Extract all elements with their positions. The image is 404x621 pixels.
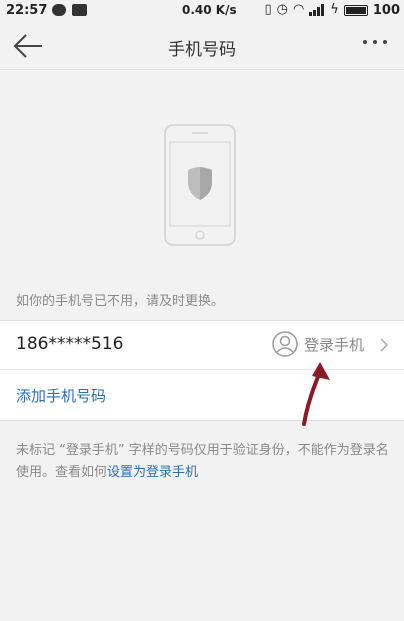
page-title: 手机号码	[168, 40, 236, 60]
login-phone-label: 登录手机	[303, 335, 364, 354]
add-phone-row[interactable]: 添加手机号码	[0, 370, 404, 420]
alarm-icon: ◷	[276, 2, 288, 17]
wifi-icon: ◠	[292, 2, 305, 17]
status-icons: ▯ ◷ ◠ ϟ 100	[264, 2, 400, 18]
footnote-text: 未标记 “登录手机” 字样的号码仅用于验证身份，不能作为登录名使用。查看如何设置…	[16, 440, 390, 484]
status-time: 22:57	[6, 3, 48, 18]
phone-number: 186*****516	[16, 334, 124, 354]
phone-list-card: 186*****516 登录手机 添加手机号码	[0, 320, 404, 421]
phone-shield-illustration	[164, 124, 236, 246]
status-bar: 22:57 0.40 K/s ▯ ◷ ◠ ϟ 100	[0, 0, 404, 22]
charging-icon: ϟ	[330, 2, 339, 17]
vibrate-icon: ▯	[264, 2, 272, 17]
phone-number-row[interactable]: 186*****516 登录手机	[0, 321, 404, 370]
more-dots-icon	[363, 40, 387, 44]
annotation-arrow	[302, 362, 330, 426]
login-phone-badge: 登录手机	[272, 331, 364, 357]
battery-icon	[343, 4, 368, 16]
image-notification-icon	[72, 4, 87, 16]
notice-text: 如你的手机号已不用，请及时更换。	[16, 294, 225, 309]
set-login-phone-link[interactable]: 设置为登录手机	[107, 465, 198, 480]
header-bar: 手机号码	[0, 22, 404, 70]
more-options-button[interactable]	[360, 36, 390, 56]
battery-level: 100	[372, 2, 400, 18]
chevron-right-icon	[380, 338, 389, 352]
add-phone-link[interactable]: 添加手机号码	[16, 385, 106, 406]
user-circle-icon	[272, 331, 298, 357]
footnote-body: 未标记 “登录手机” 字样的号码仅用于验证身份，不能作为登录名使用。查看如何	[16, 443, 389, 480]
phone-number-screen: 22:57 0.40 K/s ▯ ◷ ◠ ϟ 100 手机号码 如你的手机号已不…	[0, 0, 404, 621]
signal-icon	[309, 4, 325, 16]
network-speed: 0.40 K/s	[182, 3, 237, 17]
chat-notification-icon	[52, 4, 66, 16]
